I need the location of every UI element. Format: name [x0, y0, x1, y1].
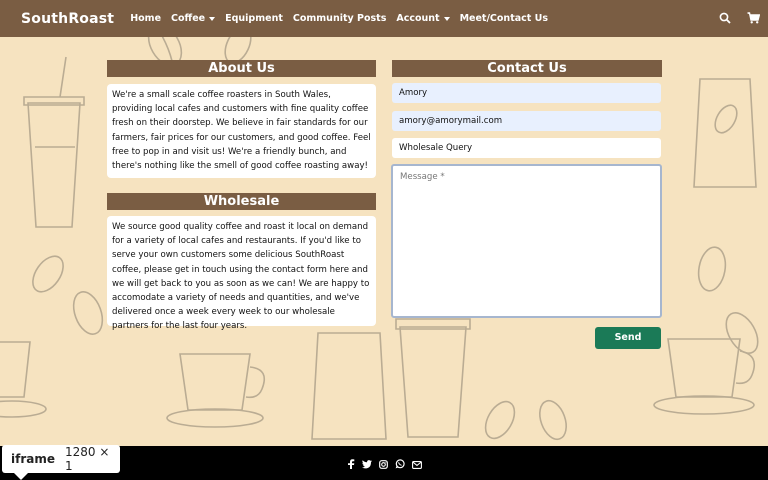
coffee-cup-doodle: [653, 338, 756, 415]
send-button[interactable]: Send: [595, 327, 661, 349]
whatsapp-icon[interactable]: [395, 454, 405, 473]
nav-home-label: Home: [130, 13, 162, 24]
chevron-down-icon: [443, 16, 450, 21]
message-textarea[interactable]: Message *: [391, 164, 662, 318]
iced-coffee-cup-doodle: [395, 318, 471, 438]
coffee-bag-doodle: [311, 332, 387, 440]
coffee-cup-doodle: [0, 341, 47, 418]
top-navbar: SouthRoast Home Coffee Equipment Communi…: [0, 0, 768, 37]
iced-coffee-cup-doodle: [23, 56, 85, 228]
nav-community-posts[interactable]: Community Posts: [293, 13, 386, 24]
facebook-icon[interactable]: [347, 454, 355, 473]
coffee-bag-doodle: [693, 78, 757, 188]
nav-icons: [719, 0, 761, 37]
nav-community-posts-label: Community Posts: [292, 13, 387, 24]
cart-icon[interactable]: [747, 9, 761, 28]
nav-links: Home Coffee Equipment Community Posts Ac…: [126, 13, 552, 24]
about-us-heading: About Us: [107, 60, 376, 77]
name-field[interactable]: Amory: [392, 83, 661, 103]
nav-home[interactable]: Home: [130, 13, 161, 24]
nav-account-dropdown[interactable]: Account: [396, 13, 450, 24]
nav-equipment[interactable]: Equipment: [225, 13, 283, 24]
instagram-icon[interactable]: [378, 454, 388, 473]
wholesale-text: We source good quality coffee and roast …: [107, 216, 376, 331]
nav-meet-contact-label: Meet/Contact Us: [459, 13, 548, 24]
nav-account-label: Account: [396, 13, 440, 24]
chevron-down-icon: [209, 16, 216, 21]
about-us-text: We're a small scale coffee roasters in S…: [107, 84, 376, 178]
tooltip-tag-name: iframe: [11, 452, 55, 466]
coffee-cup-doodle: [166, 353, 266, 428]
tooltip-dimensions: 1280 × 1: [65, 445, 110, 473]
mail-icon[interactable]: [411, 454, 422, 473]
search-icon[interactable]: [719, 9, 731, 28]
coffee-bean-doodle: [539, 399, 567, 441]
nav-equipment-label: Equipment: [225, 13, 283, 24]
coffee-bean-doodle: [32, 255, 64, 293]
message-placeholder: Message *: [400, 172, 445, 182]
nav-coffee-dropdown[interactable]: Coffee: [171, 13, 216, 24]
twitter-icon[interactable]: [361, 454, 372, 473]
nav-coffee-label: Coffee: [171, 13, 206, 24]
subject-field[interactable]: Wholesale Query: [392, 138, 661, 158]
coffee-bean-doodle: [484, 400, 516, 440]
nav-meet-contact[interactable]: Meet/Contact Us: [460, 13, 548, 24]
coffee-bean-doodle: [697, 246, 727, 292]
wholesale-heading: Wholesale: [107, 193, 376, 210]
coffee-bean-doodle: [72, 291, 104, 335]
contact-us-heading: Contact Us: [392, 60, 662, 77]
brand-logo[interactable]: SouthRoast: [21, 11, 114, 27]
devtools-element-tooltip: iframe 1280 × 1: [2, 445, 120, 480]
email-field[interactable]: amory@amorymail.com: [392, 111, 661, 131]
